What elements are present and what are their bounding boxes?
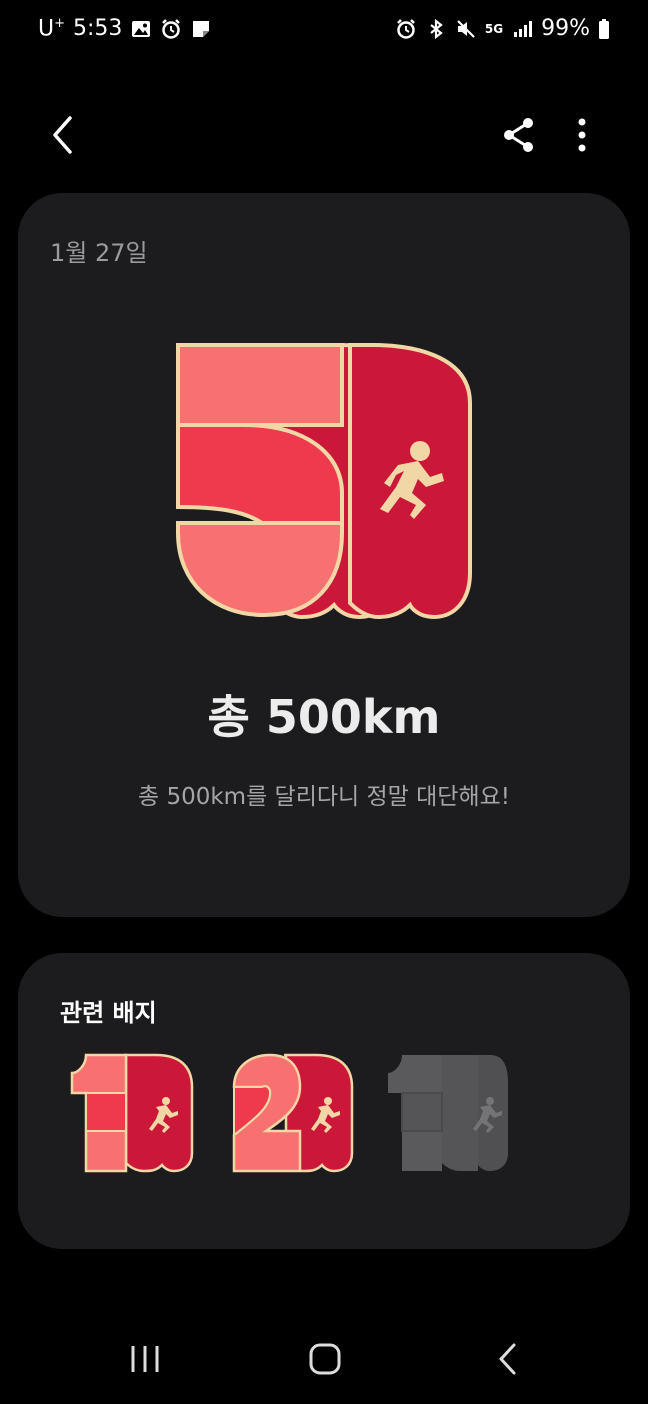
status-bar: U+ 5:53 5G 99% [0,0,648,62]
bluetooth-icon [430,18,443,39]
note-icon [193,20,210,37]
badge-detail-card: 1월 27일 총 500km 총 500km를 달리다니 정말 대단해요! [18,193,630,917]
recent-apps-button[interactable] [120,1336,170,1382]
200km-badge-icon[interactable] [230,1053,358,1173]
badge-title: 총 500km [207,690,441,744]
alarm-icon [162,18,181,39]
related-badges-card: 관련 배지 [18,953,630,1249]
100km-badge-icon[interactable] [70,1053,198,1173]
badge-date: 1월 27일 [50,239,148,267]
signal-icon [514,20,533,37]
status-right: 5G 99% [395,16,610,41]
share-button[interactable] [498,114,540,156]
top-app-bar [0,100,648,170]
system-navigation-bar [0,1320,648,1404]
1000km-badge-locked-icon[interactable] [386,1053,514,1173]
status-left: U+ 5:53 [38,16,212,41]
home-button[interactable] [300,1336,350,1382]
battery-percent: 99% [541,16,590,41]
battery-icon [599,18,609,39]
nav-back-button[interactable] [482,1336,532,1382]
500km-badge-icon [176,343,472,619]
alarm-icon [397,18,415,39]
mute-icon [457,19,475,38]
related-badges-title: 관련 배지 [60,999,157,1027]
back-button[interactable] [44,112,84,158]
more-options-button[interactable] [568,114,596,156]
gallery-icon [132,20,151,37]
carrier-label: U+ [38,16,66,42]
clock: 5:53 [73,16,123,42]
network-type-label: 5G [484,21,504,36]
badge-description: 총 500km를 달리다니 정말 대단해요! [137,784,510,810]
